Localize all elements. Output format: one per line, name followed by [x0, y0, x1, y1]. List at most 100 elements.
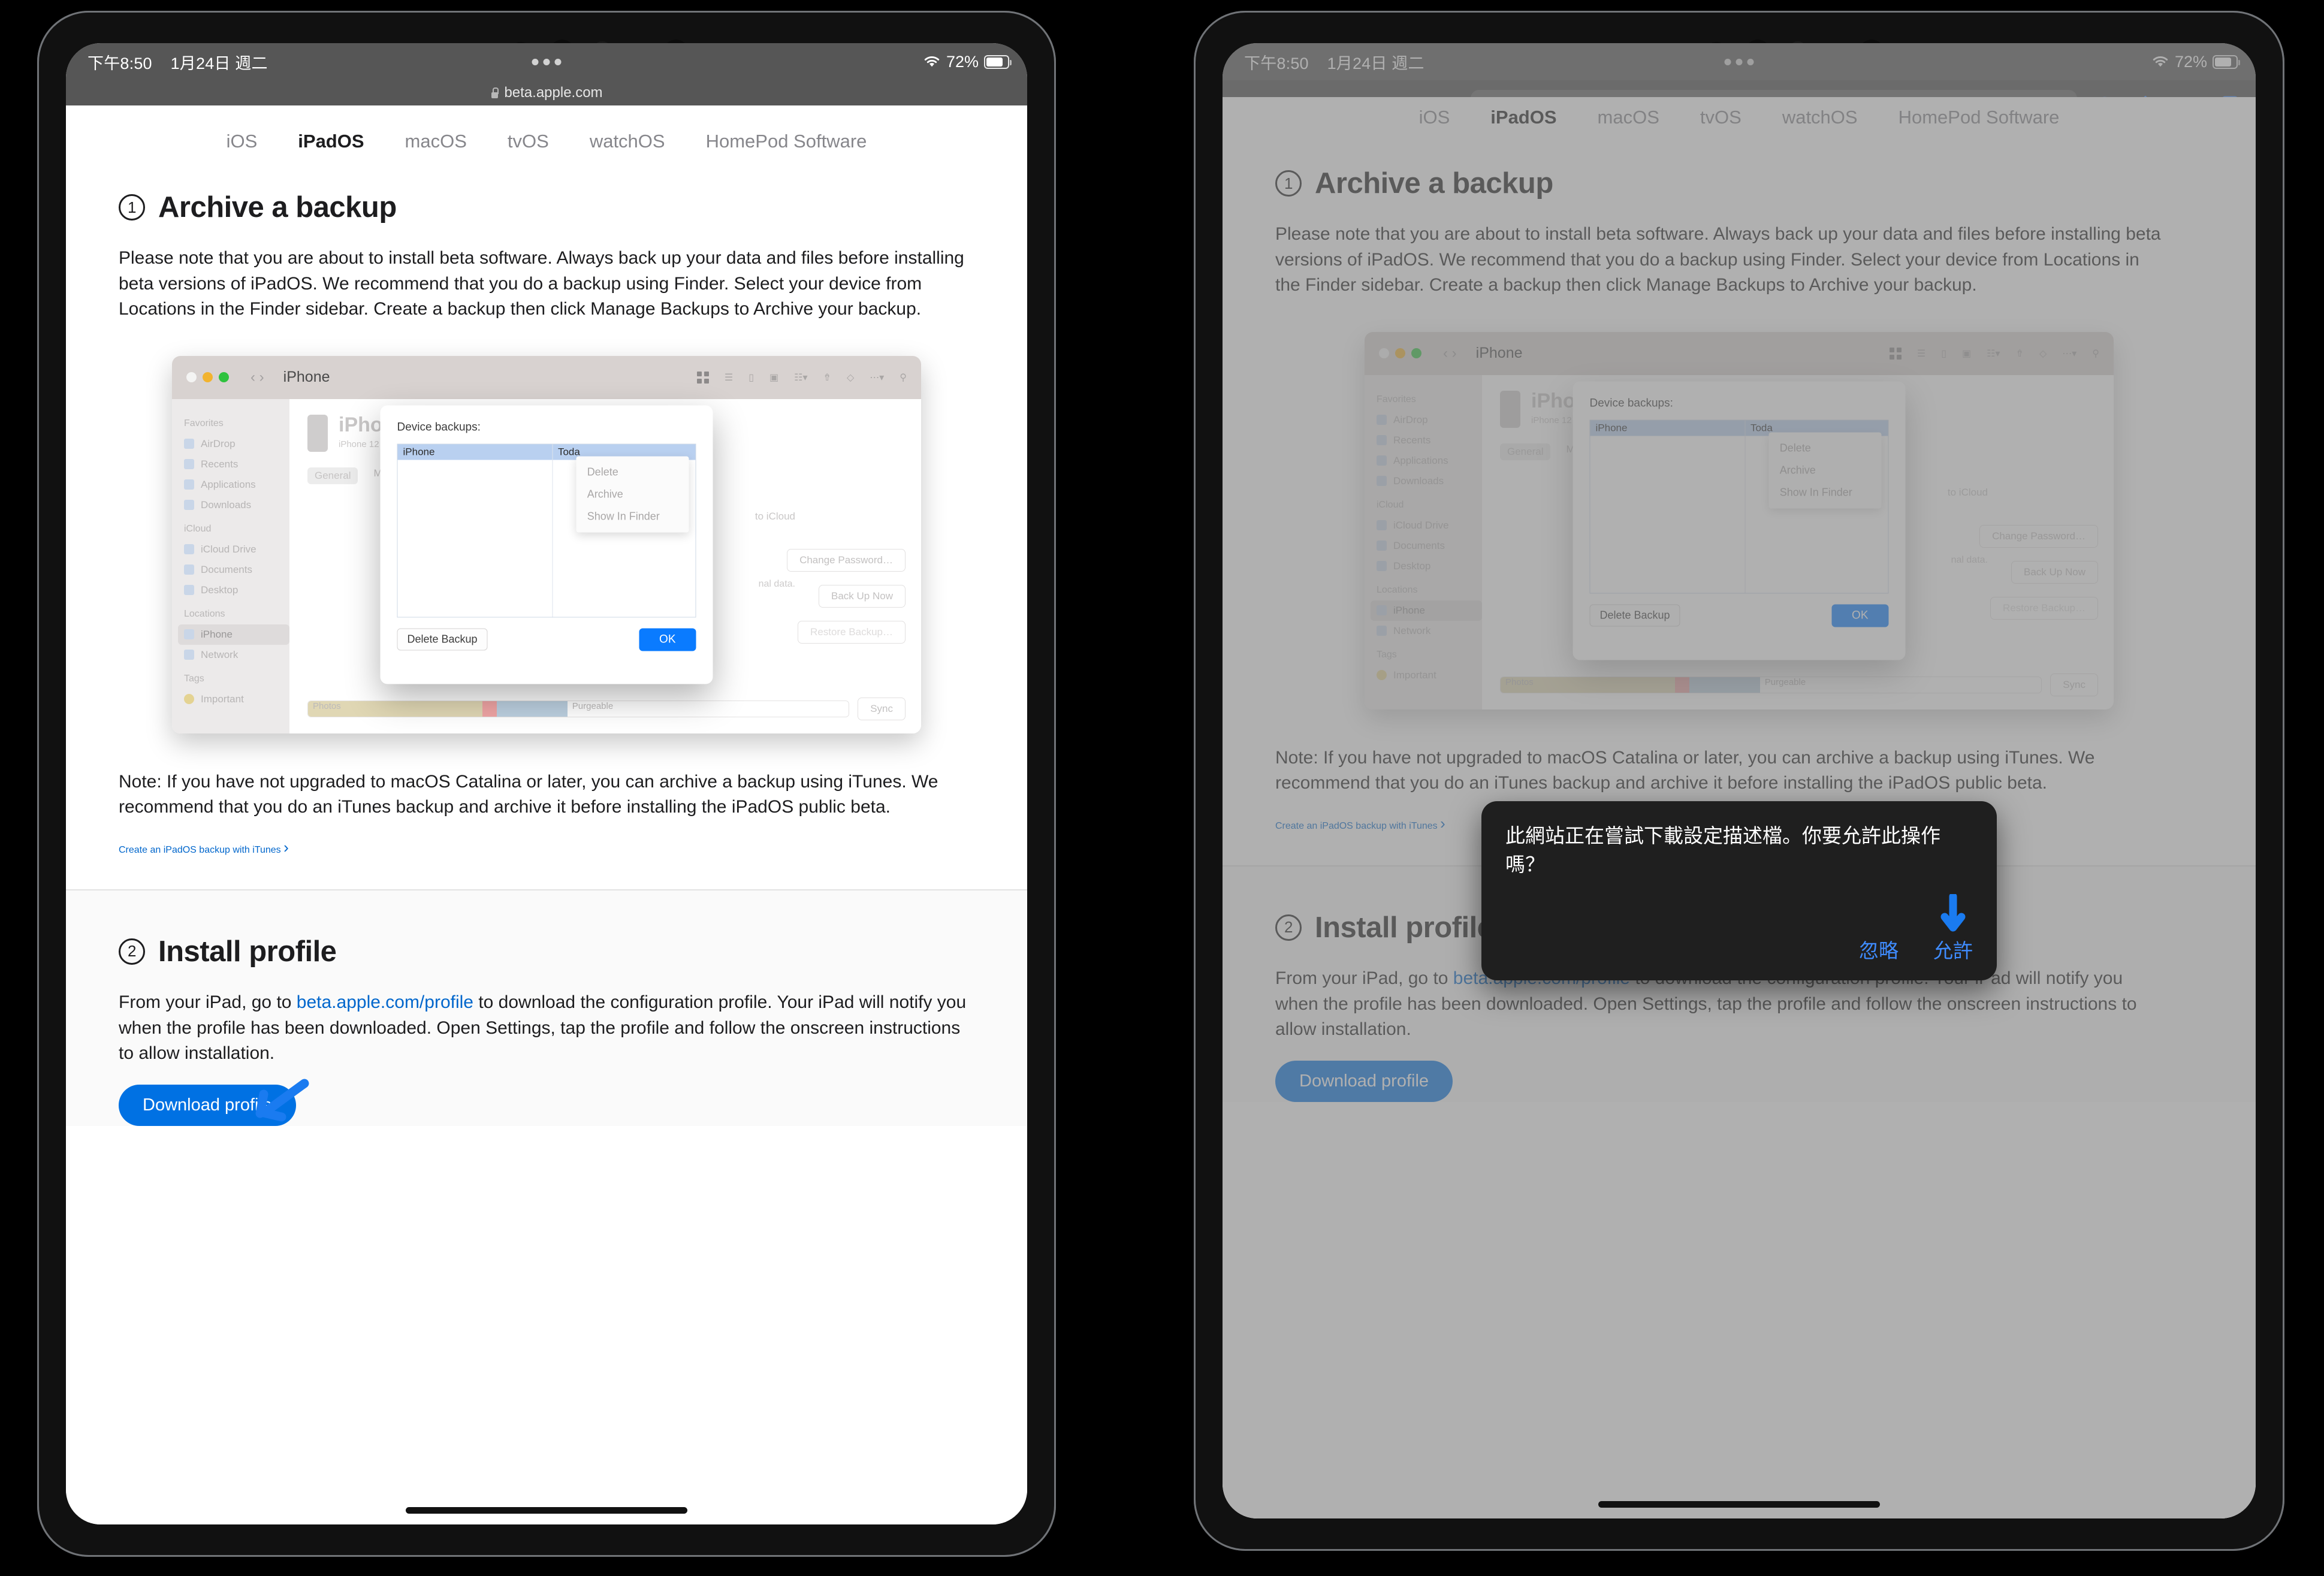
- address-url: beta.apple.com: [504, 84, 603, 101]
- storage-segment-photos: Photos: [1501, 677, 1676, 693]
- step-number-1: 1: [1275, 170, 1302, 197]
- sidebar-group-tags: Tags: [184, 673, 204, 684]
- sidebar-item-applications[interactable]: Applications: [184, 475, 289, 495]
- network-icon: [184, 650, 194, 660]
- sidebar-item-recents[interactable]: Recents: [184, 454, 289, 475]
- finder-screenshot-wrapper: ‹ › iPhone ☰ ▯ ▣ ☷▾ ⇮ ◇ ⋯▾ ⚲ Favorites A…: [1275, 331, 2203, 709]
- storage-segment-system: [497, 701, 568, 717]
- sync-button[interactable]: Sync: [2050, 673, 2098, 696]
- device-tab-general[interactable]: General: [1500, 443, 1551, 460]
- menu-item-show-in-finder[interactable]: Show In Finder: [577, 505, 689, 527]
- tab-ios[interactable]: iOS: [1419, 107, 1450, 128]
- tab-tvos[interactable]: tvOS: [1700, 107, 1742, 128]
- sidebar-label: Applications: [201, 478, 256, 490]
- download-profile-button[interactable]: Download profile: [1275, 1060, 1453, 1102]
- storage-segment-purgeable: Purgeable: [1759, 677, 2042, 693]
- dialog-footer: Delete Backup OK: [1589, 604, 1889, 627]
- icon-view-icon: [696, 371, 709, 384]
- group-by-icon: ☷▾: [1987, 348, 2000, 359]
- sidebar-item-network[interactable]: Network: [1377, 621, 1482, 641]
- ok-button[interactable]: OK: [1831, 604, 1889, 627]
- sidebar-item-iphone[interactable]: iPhone: [1371, 600, 1482, 621]
- tab-homepod-software[interactable]: HomePod Software: [706, 131, 867, 152]
- beta-profile-link[interactable]: beta.apple.com/profile: [297, 992, 473, 1012]
- sidebar-item-recents[interactable]: Recents: [1377, 430, 1482, 451]
- ok-button[interactable]: OK: [639, 628, 696, 651]
- change-password-button[interactable]: Change Password…: [787, 548, 906, 572]
- create-backup-itunes-link[interactable]: Create an iPadOS backup with iTunes ›: [1275, 814, 1445, 832]
- icloud-text: to iCloud: [754, 510, 795, 522]
- sidebar-item-desktop[interactable]: Desktop: [184, 580, 289, 600]
- sidebar-label: Desktop: [1393, 560, 1431, 572]
- restore-backup-button[interactable]: Restore Backup…: [798, 620, 906, 644]
- paragraph-before: From your iPad, go to: [1275, 968, 1453, 988]
- menu-item-archive[interactable]: Archive: [577, 483, 689, 505]
- sidebar-group-favorites: Favorites: [184, 418, 224, 428]
- menu-item-delete[interactable]: Delete: [1769, 437, 1882, 459]
- lock-icon: [490, 87, 499, 98]
- restore-backup-button[interactable]: Restore Backup…: [1990, 596, 2098, 620]
- tab-macos[interactable]: macOS: [405, 131, 467, 152]
- sidebar-item-airdrop[interactable]: AirDrop: [1377, 410, 1482, 430]
- storage-label: Purgeable: [1764, 677, 1806, 687]
- menu-item-show-in-finder[interactable]: Show In Finder: [1769, 481, 1882, 503]
- applications-icon: [184, 479, 194, 490]
- status-date: 1月24日 週二: [1327, 54, 1424, 73]
- sidebar-item-network[interactable]: Network: [184, 645, 289, 665]
- tab-watchos[interactable]: watchOS: [1782, 107, 1858, 128]
- ipad-device-right: 下午8:50 1月24日 週二 72% iOS iPadOS macOS tvO…: [1194, 11, 2284, 1551]
- compact-address-bar-left[interactable]: beta.apple.com: [66, 80, 1027, 105]
- change-password-button[interactable]: Change Password…: [1979, 524, 2098, 548]
- backups-list: iPhone Toda Delete Archive Show In Finde…: [1589, 419, 1889, 594]
- sidebar-item-downloads[interactable]: Downloads: [1377, 471, 1482, 491]
- arrow-pointing-to-button-icon: [255, 1079, 309, 1122]
- airdrop-icon: [1377, 415, 1387, 425]
- sidebar-item-airdrop[interactable]: AirDrop: [184, 434, 289, 454]
- sync-button[interactable]: Sync: [858, 697, 906, 720]
- delete-backup-button[interactable]: Delete Backup: [1589, 604, 1680, 627]
- tab-ipados[interactable]: iPadOS: [1490, 107, 1556, 128]
- sidebar-item-desktop[interactable]: Desktop: [1377, 556, 1482, 576]
- multitasking-dots-icon[interactable]: [532, 58, 562, 65]
- sidebar-item-iphone[interactable]: iPhone: [178, 624, 289, 645]
- download-profile-alert: 此網站正在嘗試下載設定描述檔。你要允許此操作嗎？ 忽略 允許: [1481, 801, 1997, 981]
- create-backup-itunes-link[interactable]: Create an iPadOS backup with iTunes ›: [119, 838, 289, 856]
- dialog-footer: Delete Backup OK: [397, 628, 696, 651]
- sidebar-item-icloud-drive[interactable]: iCloud Drive: [1377, 515, 1482, 536]
- sidebar-item-documents[interactable]: Documents: [184, 560, 289, 580]
- device-action-buttons: Change Password… Back Up Now Restore Bac…: [1979, 524, 2098, 620]
- recents-icon: [184, 459, 194, 470]
- alert-ignore-button[interactable]: 忽略: [1859, 935, 1899, 964]
- device-tab-general[interactable]: General: [307, 467, 358, 484]
- ipad-device-left: 下午8:50 1月24日 週二 72% beta.apple.com iOS i…: [37, 11, 1056, 1557]
- sidebar-label: Important: [201, 693, 244, 705]
- sidebar-item-important[interactable]: Important: [184, 689, 289, 709]
- finder-screenshot-wrapper: ‹ › iPhone ☰ ▯ ▣ ☷▾ ⇮ ◇ ⋯▾ ⚲ Favorites A…: [119, 355, 974, 733]
- sidebar-item-icloud-drive[interactable]: iCloud Drive: [184, 539, 289, 560]
- wifi-icon: [2153, 56, 2168, 67]
- tab-tvos[interactable]: tvOS: [508, 131, 549, 152]
- menu-item-delete[interactable]: Delete: [577, 461, 689, 483]
- sidebar-item-documents[interactable]: Documents: [1377, 536, 1482, 556]
- tab-ios[interactable]: iOS: [227, 131, 258, 152]
- iphone-thumbnail-icon: [1500, 390, 1520, 428]
- home-indicator-left[interactable]: [406, 1507, 687, 1514]
- itunes-link-row: Create an iPadOS backup with iTunes ›: [119, 838, 974, 857]
- sidebar-item-downloads[interactable]: Downloads: [184, 495, 289, 515]
- chevron-right-icon: ›: [283, 838, 289, 856]
- back-up-now-button[interactable]: Back Up Now: [2011, 560, 2098, 584]
- multitasking-dots-icon[interactable]: [1724, 58, 1754, 65]
- tab-watchos[interactable]: watchOS: [590, 131, 665, 152]
- tab-homepod-software[interactable]: HomePod Software: [1899, 107, 2060, 128]
- storage-bar: Photos Purgeable: [307, 700, 850, 717]
- sidebar-item-important[interactable]: Important: [1377, 665, 1482, 686]
- status-time: 下午8:50: [1244, 54, 1309, 73]
- delete-backup-button[interactable]: Delete Backup: [397, 628, 488, 651]
- alert-allow-button[interactable]: 允許: [1933, 935, 1973, 964]
- tab-ipados[interactable]: iPadOS: [298, 131, 364, 152]
- tab-macos[interactable]: macOS: [1598, 107, 1659, 128]
- menu-item-archive[interactable]: Archive: [1769, 459, 1882, 481]
- back-up-now-button[interactable]: Back Up Now: [819, 584, 906, 608]
- sidebar-item-applications[interactable]: Applications: [1377, 451, 1482, 471]
- home-indicator-right[interactable]: [1598, 1501, 1880, 1508]
